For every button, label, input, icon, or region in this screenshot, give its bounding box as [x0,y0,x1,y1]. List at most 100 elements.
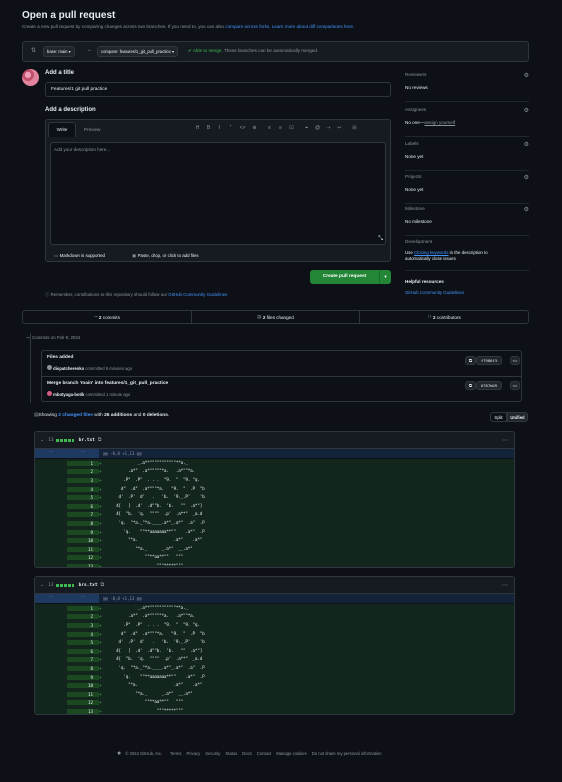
commit-message[interactable]: Merge branch 'main' into features/1_git_… [47,381,168,386]
tab-preview[interactable]: Preview [84,127,100,132]
file-header: ⌄ 13 br.txt ⧉ ⋯ [35,432,514,449]
heading-icon[interactable]: H [192,125,203,131]
copy-sha-button[interactable]: ⧉ [465,356,476,365]
footer-link[interactable]: Terms [170,751,181,756]
browse-code-button[interactable]: <> [510,381,520,390]
stats-bar: ⊸ 2 commits ▤ 2 files changed ⚇ 2 contri… [22,310,529,324]
create-pull-request-button[interactable]: Create pull request ▾ [310,270,391,284]
footer-link[interactable]: Manage cookies [276,751,307,756]
collapse-icon[interactable]: ⌄ [40,582,44,588]
browse-code-button[interactable]: <> [510,356,520,365]
title-input[interactable]: Features/1 git pull practice [45,82,391,97]
expand-icon[interactable]: ⋯ [67,594,99,603]
page-title: Open a pull request [22,10,116,21]
labels-gear-icon[interactable]: ⚙ [524,141,529,148]
diff-line: 11 + "*a._ _.a*" __.a*" [35,690,514,699]
slash-command-icon[interactable]: ⊟ [349,125,360,131]
expand-icon[interactable]: ⋯ [67,449,99,458]
code-icon[interactable]: <> [236,125,249,131]
more-options-icon[interactable]: ⋯ [502,437,508,444]
files-changed-count[interactable]: ▤ 2 files changed [192,311,361,323]
italic-icon[interactable]: I [214,125,225,131]
footer-link[interactable]: Status [225,751,237,756]
diff-line: 10 + "*a. .a*" .a*" [35,681,514,690]
ordered-list-icon[interactable]: ≡ [275,125,286,131]
link-icon[interactable]: ⊕ [249,125,260,131]
commit-sha[interactable]: f7986f3 [476,356,502,365]
page-subtitle: Create a new pull request by comparing c… [22,24,355,29]
helpful-guidelines-link[interactable]: GitHub Community Guidelines [405,290,529,295]
footer-link[interactable]: Do not share my personal information [312,751,382,756]
footer-link[interactable]: Security [205,751,220,756]
reviewers-gear-icon[interactable]: ⚙ [524,72,529,79]
compare-branch-select[interactable]: compare: features/1_git_pull_practice ▾ [97,46,179,57]
collapse-icon[interactable]: ⌄ [40,437,44,443]
title-label: Add a title [45,70,75,76]
commit-icon: ⊸ [93,314,98,319]
compare-forks-link[interactable]: compare across forks. [225,24,270,29]
diff-line: 11 + "*a._ _.a*" __.a*" [35,545,514,554]
markdown-icon: ▭ [54,253,59,258]
diff-line: 5 + d' .P' d' . 'b. '9._.P' 'b [35,638,514,647]
task-list-icon[interactable]: ☑ [286,125,297,131]
unified-view-button[interactable]: Unified [507,412,528,422]
diff-line: 5 + d' .P' d' . 'b. '9._.P' 'b [35,493,514,502]
projects-gear-icon[interactable]: ⚙ [524,174,529,181]
reference-icon[interactable]: ⇢ [323,125,334,131]
closing-keywords-link[interactable]: Closing keywords [414,250,448,255]
footer-link[interactable]: Contact [257,751,271,756]
file-name[interactable]: br.txt [79,438,95,443]
diff-line: 1 + _.a**"""""""""""**a._ [35,604,514,613]
expand-icon[interactable]: ⋯ [35,449,67,458]
commit-message[interactable]: Files added [47,355,73,360]
file-diff-icon: ▤ [257,314,262,319]
people-icon: ⚇ [427,314,432,319]
changed-files-link[interactable]: 2 changed files [58,413,93,418]
diff-line: 12 + ""**aa**"" """ [35,553,514,563]
commit-sha[interactable]: 6787b09 [476,381,502,390]
attach-files[interactable]: ▣ Paste, drop, or click to add files [132,253,199,259]
commits-count[interactable]: ⊸ 2 commits [23,311,192,323]
milestone-gear-icon[interactable]: ⚙ [524,206,529,213]
copy-path-icon[interactable]: ⧉ [98,437,102,443]
diff-line: 6 + 4[ [ .d' .d""b. 'b. "" .a*"] [35,647,514,656]
resize-handle-icon[interactable]: ⤡ [378,236,383,243]
diff-line: 10 + "*a. .a*" .a*" [35,536,514,545]
mention-icon[interactable]: @ [312,125,323,131]
contributors-count[interactable]: ⚇ 2 contributors [360,311,528,323]
copy-sha-button[interactable]: ⧉ [465,381,476,390]
diff-line: 9 + 'q. ""**aaaaaaa**"" .a*" .P [35,527,514,537]
image-icon: ▣ [132,253,137,258]
file-name[interactable]: brs.txt [79,583,98,588]
diff-line: 7 + 4[ "b. 'q. """" .p' .a**" _a.d [35,510,514,520]
diff-line: 4 + d" .d" .a*"""*a. "9. " .P "b [35,484,514,494]
description-textarea[interactable]: Add your description here... ⤡ [50,142,386,245]
assign-yourself-link[interactable]: assign yourself [424,120,455,125]
sidebar-assignees: Assignees ⚙ No one—assign yourself [405,107,529,137]
sidebar-helpful: Helpful resources GitHub Community Guide… [405,279,529,295]
attach-icon[interactable]: ⌖ [301,125,312,131]
footer-link[interactable]: Privacy [186,751,200,756]
community-guidelines-link[interactable]: GitHub Community Guidelines [168,292,227,297]
assignees-gear-icon[interactable]: ⚙ [524,107,529,114]
base-branch-select[interactable]: base: main ▾ [43,46,75,57]
commit-row: Files added dispatcherenko committed 9 m… [42,351,521,377]
footer: ● © 2024 GitHub, Inc. Terms Privacy Securi… [117,750,382,757]
diff-line: 2 + .a*" .a*"""""*a. .a*""*a. [35,612,514,622]
split-view-button[interactable]: Split [490,412,507,422]
github-logo-icon[interactable]: ● [117,750,121,757]
more-options-icon[interactable]: ⋯ [502,582,508,589]
bold-icon[interactable]: B [203,125,214,131]
learn-more-link[interactable]: Learn more about diff comparisons here. [272,24,355,29]
create-dropdown-icon[interactable]: ▾ [379,270,391,284]
footer-link[interactable]: Docs [242,751,252,756]
undo-icon[interactable]: ↩ [334,125,345,131]
expand-icon[interactable]: ⋯ [35,594,67,603]
diffstat-bar [55,583,74,587]
markdown-supported[interactable]: ▭ Markdown is supported [54,253,105,259]
unordered-list-icon[interactable]: ≡ [264,125,275,131]
commit-dot-icon: ⊸ [26,335,30,340]
quote-icon[interactable]: ” [225,125,236,131]
tab-write[interactable]: Write [48,122,76,137]
copy-path-icon[interactable]: ⧉ [101,582,105,588]
